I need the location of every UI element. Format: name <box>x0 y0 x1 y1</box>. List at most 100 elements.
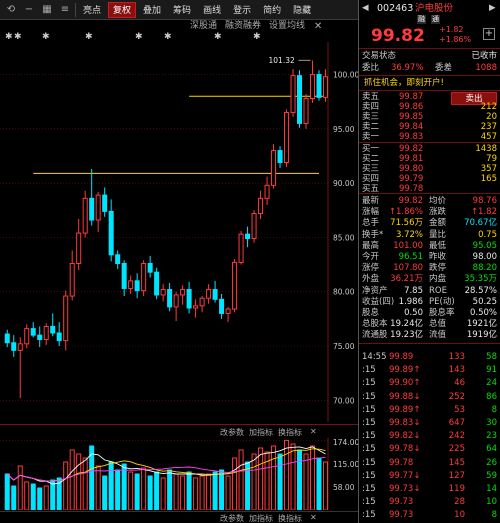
divider <box>359 48 500 49</box>
volume-add-indicator[interactable]: 加指标 <box>249 427 273 438</box>
volume-bar-up <box>193 477 199 510</box>
stat-row: 最新 99.82 均价 98.76 <box>359 196 500 207</box>
bid-level-label: 买五 <box>362 184 380 194</box>
candle-up <box>284 112 290 164</box>
candle-down <box>219 298 225 314</box>
price-tick-label: 100.00 <box>333 71 358 80</box>
candle-up <box>180 289 186 296</box>
connect-badge: 通 <box>431 15 440 24</box>
ask-volume: 212 <box>480 102 497 112</box>
ask-volume: 237 <box>480 122 497 132</box>
ask-price[interactable]: 99.83 <box>399 132 423 142</box>
price-change: +1.82 <box>439 25 464 34</box>
subbar-shenzhen-connect[interactable]: 深股通 <box>190 20 217 32</box>
bid-price[interactable]: 99.80 <box>399 164 423 174</box>
star-marker-icon[interactable]: ✱ <box>214 33 222 42</box>
stat-value: 0.50% <box>469 308 497 318</box>
candle-up <box>43 325 49 340</box>
trade-status-label: 交易状态 <box>362 51 397 61</box>
volume-chart[interactable]: 174.00 115.00 58.00 <box>0 438 358 510</box>
volume-bar-up <box>271 445 277 510</box>
stock-header: ◀ 002463 沪电股份 ▶ <box>359 3 500 15</box>
bid-row: 买二 99.81 79 <box>359 154 500 164</box>
volume-close-icon[interactable]: ✕ <box>310 427 317 436</box>
menu-icon[interactable]: ≡ <box>58 3 72 17</box>
star-marker-icon[interactable]: ✱ <box>85 33 93 42</box>
promo-banner[interactable]: 抓住机会，即刻开户! <box>359 77 500 89</box>
stat-value: 96.51 <box>398 252 423 262</box>
toolbar-adjust-button[interactable]: 复权 <box>108 1 137 18</box>
star-marker-icon[interactable]: ✱ <box>5 33 13 42</box>
price-block: 99.82 +1.82 +1.86% + <box>359 25 500 46</box>
bottom-add-indicator[interactable]: 加指标 <box>249 513 273 523</box>
toolbar-login-button[interactable]: 登示 <box>228 2 256 18</box>
bid-price[interactable]: 99.79 <box>399 174 423 184</box>
star-marker-icon[interactable]: ✱ <box>42 33 50 42</box>
bid-price[interactable]: 99.82 <box>399 144 423 154</box>
candle-down <box>147 262 153 273</box>
candle-down <box>50 325 56 334</box>
bottom-close-icon[interactable]: ✕ <box>310 513 317 522</box>
candle-down <box>277 150 283 164</box>
order-diff-label: 委差 <box>435 63 453 73</box>
volume-edit-params[interactable]: 改参数 <box>220 427 244 438</box>
bottom-edit-params[interactable]: 改参数 <box>220 513 244 523</box>
star-marker-icon[interactable]: ✱ <box>253 33 261 42</box>
close-icon[interactable]: ✕ <box>313 20 323 34</box>
stat-value: 107.80 <box>393 263 423 274</box>
stat-label: 收益(四) <box>362 296 395 307</box>
prev-stock-icon[interactable]: ◀ <box>362 3 369 14</box>
ask-price[interactable]: 99.87 <box>399 92 423 102</box>
toolbar-simple-button[interactable]: 简约 <box>258 2 286 18</box>
candle-up <box>251 213 257 240</box>
bid-volume: 357 <box>480 164 497 174</box>
ask-price[interactable]: 99.85 <box>399 112 423 122</box>
candle-down <box>102 194 108 212</box>
toolbar-draw-button[interactable]: 画线 <box>198 2 226 18</box>
volume-bar-down <box>212 471 218 510</box>
stat-value: 95.05 <box>472 240 497 251</box>
toolbar-highlight-button[interactable]: 亮点 <box>78 2 106 18</box>
star-marker-icon[interactable]: ✱ <box>164 33 172 42</box>
star-marker-icon[interactable]: ✱ <box>14 33 22 42</box>
tick-count: 64 <box>486 444 497 455</box>
stat-label: 今开 <box>362 252 380 262</box>
candlestick-chart[interactable]: 100.00 95.00 90.00 85.00 80.00 75.00 70.00 101.… <box>0 42 358 422</box>
ask-price[interactable]: 99.86 <box>399 102 423 112</box>
minus-icon[interactable]: − <box>22 3 36 17</box>
candle-up <box>69 262 75 297</box>
subbar-margin-trading[interactable]: 融资融券 <box>225 20 261 32</box>
price-change-pct: +1.86% <box>439 35 472 44</box>
tick-volume: 119 <box>448 484 465 494</box>
promo-text[interactable]: 抓住机会，即刻开户! <box>364 77 444 89</box>
tick-row: :15 99.77↓ 127 59 <box>359 471 500 482</box>
bottom-switch-indicator[interactable]: 换指标 <box>278 513 302 523</box>
next-stock-icon[interactable]: ▶ <box>489 3 496 14</box>
tick-time: :15 <box>362 484 376 494</box>
stat-label: 换手* <box>362 229 384 240</box>
back-icon[interactable]: ⟲ <box>4 3 18 17</box>
toolbar-overlay-button[interactable]: 叠加 <box>138 2 166 18</box>
volume-bar-up <box>238 449 244 510</box>
volume-bar-up <box>290 443 296 510</box>
tick-price: 99.73↓ <box>389 484 421 494</box>
bid-price[interactable]: 99.78 <box>399 184 423 194</box>
toolbar-hide-button[interactable]: 隐藏 <box>288 2 316 18</box>
volume-bar-up <box>173 473 179 510</box>
tick-count: 91 <box>486 365 497 376</box>
tick-row: :15 99.89↑ 53 8 <box>359 405 500 416</box>
toolbar-chips-button[interactable]: 筹码 <box>168 2 196 18</box>
star-marker-icon[interactable]: ✱ <box>135 33 143 42</box>
stat-row: 今开 96.51 昨收 98.00 <box>359 252 500 263</box>
candle-up <box>63 295 69 342</box>
volume-bar-down <box>154 471 160 510</box>
volume-bar-up <box>69 449 75 510</box>
subbar-ma-settings[interactable]: 设置均线 <box>269 20 305 32</box>
stat-label: 外盘 <box>362 274 380 285</box>
grid-icon[interactable]: ▦ <box>40 3 54 17</box>
add-watchlist-button[interactable]: + <box>483 28 495 40</box>
volume-switch-indicator[interactable]: 换指标 <box>278 427 302 438</box>
volume-bar-down <box>11 485 17 510</box>
ask-price[interactable]: 99.84 <box>399 122 423 132</box>
bid-price[interactable]: 99.81 <box>399 154 423 164</box>
